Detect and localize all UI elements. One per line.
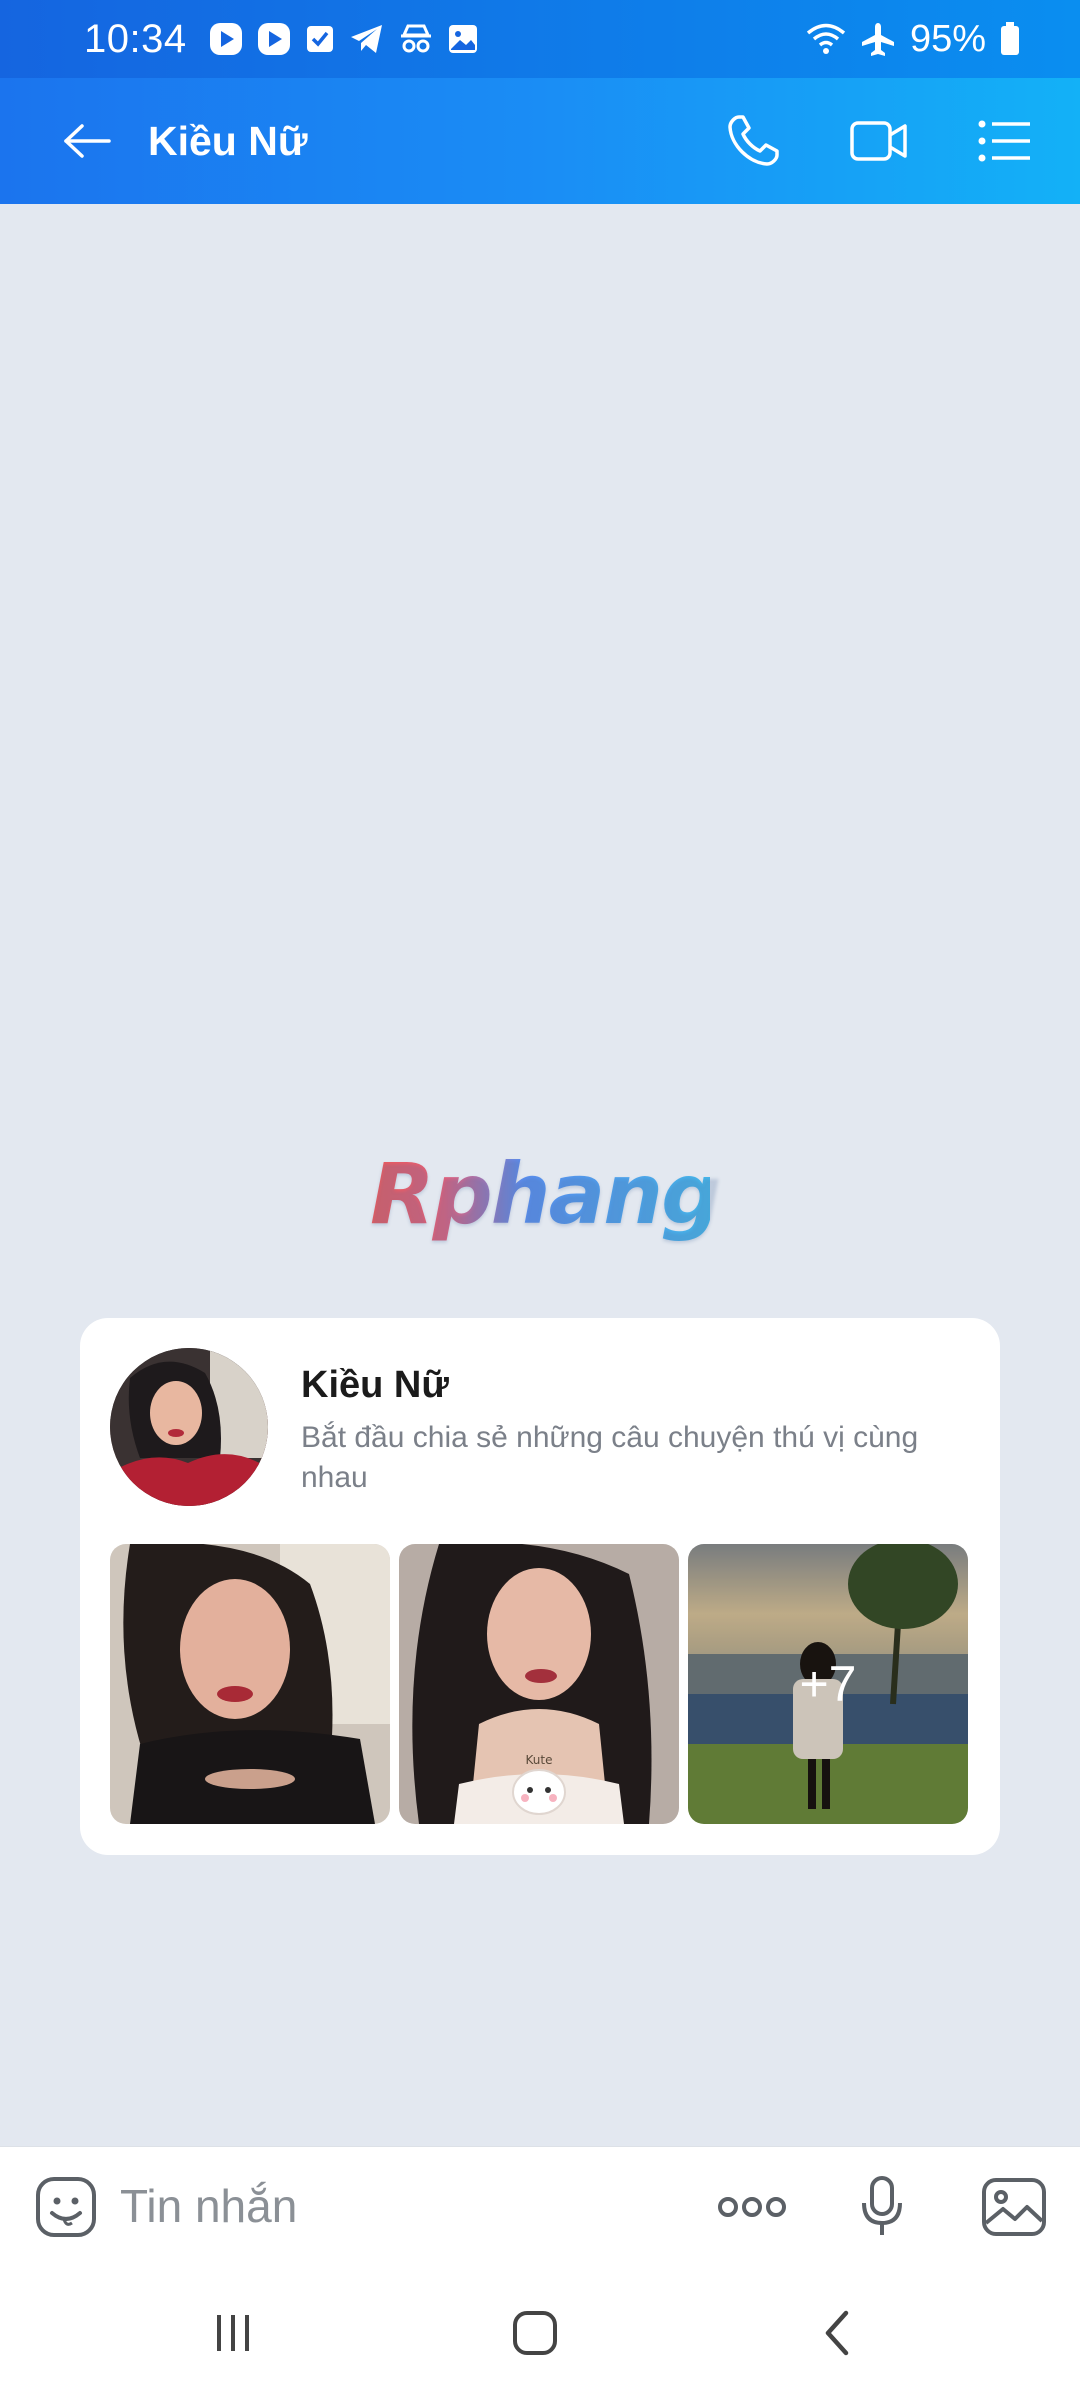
image-icon xyxy=(448,25,477,53)
home-icon xyxy=(513,2311,557,2355)
play-app-icon xyxy=(257,23,290,55)
recent-apps-icon xyxy=(217,2315,249,2351)
profile-description: Bắt đầu chia sẻ những câu chuyện thú vị … xyxy=(301,1421,919,1494)
battery-percent: 95% xyxy=(909,17,986,60)
message-input-bar: Tin nhắn xyxy=(0,2146,1080,2268)
telegram-icon xyxy=(350,25,382,53)
system-nav-bar xyxy=(0,2268,1080,2400)
avatar-image xyxy=(110,1348,268,1506)
status-bar: 10:34 95% xyxy=(0,0,1080,78)
voice-call-button[interactable] xyxy=(714,102,792,180)
phone-call-icon xyxy=(728,115,779,166)
voice-message-button[interactable] xyxy=(842,2167,922,2247)
photo-image: Kute xyxy=(399,1544,679,1824)
chat-header: Kiều Nữ xyxy=(0,78,1080,204)
incognito-icon xyxy=(400,24,431,53)
back-button[interactable] xyxy=(52,106,122,176)
recent-apps-button[interactable] xyxy=(188,2298,278,2368)
more-photos-count: +7 xyxy=(688,1544,968,1824)
more-options-button[interactable] xyxy=(712,2167,792,2247)
sticker-button[interactable] xyxy=(26,2167,106,2247)
video-call-button[interactable] xyxy=(840,102,918,180)
wifi-icon xyxy=(806,23,846,54)
notification-icons xyxy=(209,22,479,56)
sticker-emoji-icon xyxy=(36,2177,96,2237)
profile-name: Kiều Nữ xyxy=(301,1364,449,1406)
status-time: 10:34 xyxy=(84,16,187,61)
checkbox-icon xyxy=(306,26,333,52)
watermark-logo: Rphang xyxy=(370,1145,721,1255)
microphone-icon xyxy=(862,2176,902,2235)
arrow-left-icon xyxy=(64,124,111,158)
profile-photo[interactable] xyxy=(110,1544,390,1824)
profile-card[interactable]: Kiều Nữ Bắt đầu chia sẻ những câu chuyện… xyxy=(80,1318,1000,1855)
system-icons: 95% xyxy=(806,18,1020,61)
photo-image xyxy=(110,1544,390,1824)
profile-photo-more[interactable]: +7 xyxy=(688,1544,968,1824)
gallery-icon xyxy=(982,2178,1046,2236)
profile-photo[interactable]: Kute xyxy=(399,1544,679,1824)
svg-text:Kute: Kute xyxy=(526,1753,553,1767)
menu-list-icon xyxy=(978,120,1030,162)
battery-icon xyxy=(1001,22,1019,55)
airplane-mode-icon xyxy=(861,23,894,56)
contact-name-title[interactable]: Kiều Nữ xyxy=(148,118,308,165)
message-input[interactable]: Tin nhắn xyxy=(120,2179,297,2233)
home-button[interactable] xyxy=(490,2298,580,2368)
back-icon xyxy=(825,2310,849,2356)
video-call-icon xyxy=(850,121,907,161)
chat-options-button[interactable] xyxy=(966,102,1044,180)
avatar[interactable] xyxy=(110,1348,268,1506)
back-nav-button[interactable] xyxy=(792,2298,882,2368)
play-app-icon xyxy=(209,23,242,55)
more-options-icon xyxy=(718,2197,786,2217)
gallery-button[interactable] xyxy=(974,2167,1054,2247)
